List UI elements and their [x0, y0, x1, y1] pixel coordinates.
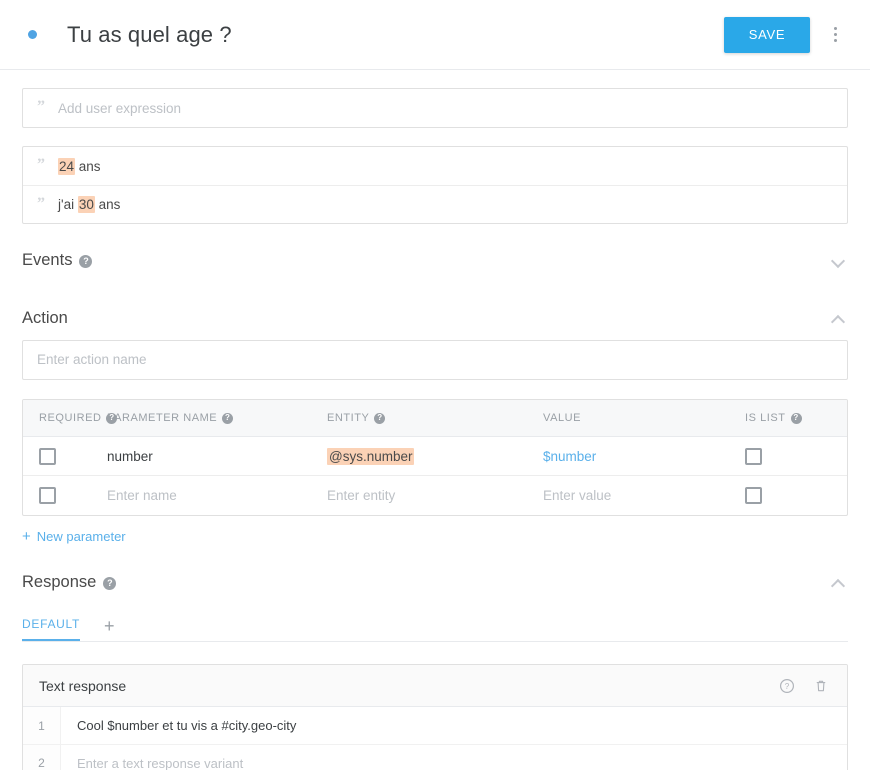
chevron-down-icon[interactable] [830, 251, 848, 269]
phrase-prefix: j'ai [58, 197, 78, 212]
training-phrase-row[interactable]: ” j'ai 30 ans [23, 185, 847, 223]
entity-highlight[interactable]: 30 [78, 196, 95, 213]
chevron-up-icon[interactable] [830, 573, 848, 591]
intent-status-dot [28, 30, 37, 39]
column-label: IS LIST [745, 412, 786, 424]
help-icon[interactable]: ? [222, 413, 233, 424]
response-variant-placeholder[interactable]: Enter a text response variant [61, 756, 243, 770]
response-section-header[interactable]: Response ? [22, 560, 848, 604]
entity-highlight[interactable]: 24 [58, 158, 75, 175]
more-options-icon[interactable] [820, 17, 850, 53]
help-icon[interactable]: ? [79, 255, 92, 268]
training-phrase-row[interactable]: ” 24 ans [23, 147, 847, 185]
cell-value[interactable]: $number [543, 449, 741, 464]
quote-icon: ” [37, 157, 45, 173]
top-toolbar: Tu as quel age ? SAVE [0, 0, 870, 70]
training-phrases-list: ” 24 ans ” j'ai 30 ans [22, 146, 848, 224]
new-parameter-button[interactable]: + New parameter [22, 529, 126, 544]
cell-entity-input[interactable]: Enter entity [327, 488, 543, 503]
cell-value-input[interactable]: Enter value [543, 488, 741, 503]
kebab-dot [834, 33, 837, 36]
action-name-input[interactable] [22, 340, 848, 380]
cell-required [23, 448, 107, 465]
parameters-table-header: REQUIRED? PARAMETER NAME? ENTITY? VALUE … [23, 400, 847, 437]
page-title: Tu as quel age ? [67, 22, 232, 48]
required-checkbox[interactable] [39, 448, 56, 465]
help-icon[interactable]: ? [374, 413, 385, 424]
response-title: Response [22, 573, 96, 592]
kebab-dot [834, 27, 837, 30]
cell-parameter-name-input[interactable]: Enter name [107, 488, 327, 503]
plus-icon: + [22, 529, 31, 544]
response-variant-row[interactable]: 1 Cool $number et tu vis a #city.geo-cit… [23, 707, 847, 744]
column-label: VALUE [543, 412, 581, 424]
help-circle-icon[interactable]: ? [777, 676, 797, 696]
add-user-expression-placeholder: Add user expression [58, 101, 181, 116]
kebab-dot [834, 39, 837, 42]
cell-entity[interactable]: @sys.number [327, 449, 543, 464]
column-label: ENTITY [327, 412, 369, 424]
response-tabs: DEFAULT + [22, 610, 848, 642]
table-row: number @sys.number $number [23, 437, 847, 476]
phrase-suffix: ans [95, 197, 121, 212]
text-response-title: Text response [39, 678, 126, 694]
add-tab-icon[interactable]: + [104, 617, 115, 641]
action-title: Action [22, 309, 68, 328]
response-variant-row[interactable]: 2 Enter a text response variant [23, 744, 847, 770]
value-link[interactable]: $number [543, 449, 596, 464]
intent-editor-body: ” Add user expression ” 24 ans ” j'ai 30… [0, 70, 870, 770]
svg-text:?: ? [785, 682, 790, 691]
parameters-table: REQUIRED? PARAMETER NAME? ENTITY? VALUE … [22, 399, 848, 516]
required-checkbox[interactable] [39, 487, 56, 504]
column-label: PARAMETER NAME [107, 412, 217, 424]
column-header-is-list: IS LIST? [741, 412, 847, 424]
text-response-card: Text response ? 1 Cool $number et tu vis… [22, 664, 848, 770]
save-button[interactable]: SAVE [724, 17, 810, 53]
new-parameter-label: New parameter [37, 529, 126, 544]
table-row: Enter name Enter entity Enter value [23, 476, 847, 515]
line-number: 2 [23, 745, 61, 770]
add-user-expression-card[interactable]: ” Add user expression [22, 88, 848, 128]
cell-is-list [741, 487, 847, 504]
column-header-value: VALUE [543, 412, 741, 424]
column-header-entity: ENTITY? [327, 412, 543, 424]
action-section-header[interactable]: Action [22, 296, 848, 340]
line-number: 1 [23, 707, 61, 744]
help-icon[interactable]: ? [103, 577, 116, 590]
response-variant-text[interactable]: Cool $number et tu vis a #city.geo-city [61, 718, 296, 733]
quote-icon: ” [37, 99, 45, 115]
quote-icon: ” [37, 196, 45, 212]
help-icon[interactable]: ? [791, 413, 802, 424]
chevron-up-icon[interactable] [830, 309, 848, 327]
is-list-checkbox[interactable] [745, 487, 762, 504]
cell-required [23, 487, 107, 504]
events-section-header[interactable]: Events ? [22, 238, 848, 282]
is-list-checkbox[interactable] [745, 448, 762, 465]
tab-default[interactable]: DEFAULT [22, 617, 80, 641]
trash-icon[interactable] [811, 676, 831, 696]
column-label: REQUIRED [39, 412, 101, 424]
entity-chip[interactable]: @sys.number [327, 448, 414, 465]
cell-is-list [741, 448, 847, 465]
events-title: Events [22, 251, 72, 270]
training-phrase-text: 24 ans [58, 159, 101, 174]
training-phrase-text: j'ai 30 ans [58, 197, 120, 212]
add-user-expression-row[interactable]: ” Add user expression [23, 89, 847, 127]
column-header-parameter-name: PARAMETER NAME? [107, 412, 327, 424]
column-header-required: REQUIRED? [23, 412, 107, 424]
phrase-suffix: ans [75, 159, 101, 174]
cell-parameter-name[interactable]: number [107, 449, 327, 464]
text-response-header: Text response ? [23, 665, 847, 707]
help-icon[interactable]: ? [106, 413, 117, 424]
